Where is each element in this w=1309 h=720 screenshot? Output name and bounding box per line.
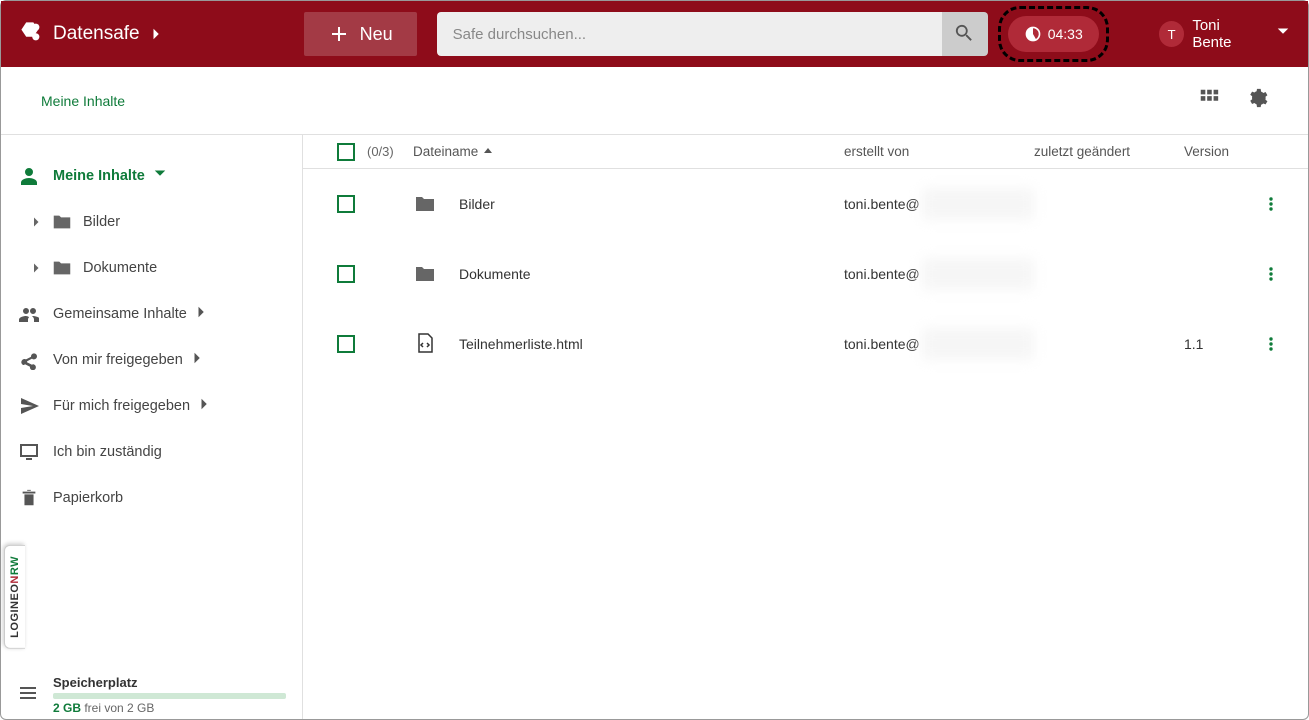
sidebar-item-label: Ich bin zuständig <box>53 444 162 460</box>
folder-icon <box>51 257 73 279</box>
sidebar-item-trash[interactable]: Papierkorb <box>1 475 302 521</box>
person-icon <box>19 166 39 186</box>
app-logo-icon <box>19 20 43 49</box>
created-by: toni.bente@ <box>844 196 920 212</box>
folder-icon <box>51 211 73 233</box>
share-icon <box>19 350 39 370</box>
sidebar-item-label: Papierkorb <box>53 490 123 506</box>
new-button-label: Neu <box>360 24 393 45</box>
app-title: Datensafe <box>53 23 140 45</box>
row-checkbox[interactable] <box>337 335 355 353</box>
sidebar-item-label: Von mir freigegeben <box>53 352 183 368</box>
chevron-right-icon <box>191 351 205 369</box>
storage-bar <box>53 693 286 699</box>
timer-icon <box>1024 25 1042 43</box>
storage-info: Speicherplatz 2 GB frei von 2 GB <box>17 675 286 715</box>
storage-title: Speicherplatz <box>53 675 286 690</box>
file-row[interactable]: Teilnehmerliste.html toni.bente@ 1.1 <box>303 309 1308 379</box>
sidebar-item-label: Gemeinsame Inhalte <box>53 306 187 322</box>
sidebar-item-my-content[interactable]: Meine Inhalte <box>1 153 302 199</box>
redacted-block <box>922 258 1034 290</box>
sidebar-item-shared-with-me[interactable]: Für mich freigegeben <box>1 383 302 429</box>
tree-item-label: Bilder <box>83 214 120 230</box>
title-chevron-icon[interactable] <box>150 27 164 41</box>
tree-item-bilder[interactable]: Bilder <box>1 199 302 245</box>
breadcrumb-row: Meine Inhalte <box>1 67 1308 135</box>
sort-asc-icon <box>478 144 494 159</box>
row-more-button[interactable] <box>1256 265 1286 283</box>
file-name: Teilnehmerliste.html <box>459 336 583 352</box>
col-header-version[interactable]: Version <box>1184 144 1256 159</box>
col-header-name[interactable]: Dateiname <box>413 144 844 159</box>
sidebar: Meine Inhalte Bilder Dokumente Gemeinsam… <box>1 135 303 719</box>
grid-view-icon[interactable] <box>1198 87 1220 114</box>
file-row[interactable]: Bilder toni.bente@ <box>303 169 1308 239</box>
search-wrap <box>437 12 988 56</box>
sidebar-item-responsible[interactable]: Ich bin zuständig <box>1 429 302 475</box>
send-icon <box>19 396 39 416</box>
created-by: toni.bente@ <box>844 266 920 282</box>
tree-item-dokumente[interactable]: Dokumente <box>1 245 302 291</box>
user-name: Toni Bente <box>1192 17 1262 51</box>
chevron-down-icon <box>153 167 167 185</box>
row-more-button[interactable] <box>1256 195 1286 213</box>
chevron-right-icon <box>195 305 209 323</box>
user-menu[interactable]: T Toni Bente <box>1159 17 1290 51</box>
file-name: Bilder <box>459 196 495 212</box>
chevron-down-icon <box>1262 25 1290 44</box>
breadcrumb[interactable]: Meine Inhalte <box>41 93 125 109</box>
file-row[interactable]: Dokumente toni.bente@ <box>303 239 1308 309</box>
folder-icon <box>413 192 459 216</box>
session-timer[interactable]: 04:33 <box>1008 16 1099 52</box>
people-icon <box>19 304 39 324</box>
created-by: toni.bente@ <box>844 336 920 352</box>
col-header-created[interactable]: erstellt von <box>844 144 1034 159</box>
avatar: T <box>1159 21 1185 47</box>
new-button[interactable]: Neu <box>304 12 417 56</box>
hamburger-icon[interactable] <box>17 682 53 709</box>
redacted-block <box>922 188 1034 220</box>
row-checkbox[interactable] <box>337 265 355 283</box>
row-more-button[interactable] <box>1256 335 1286 353</box>
gear-icon[interactable] <box>1246 87 1268 114</box>
trash-icon <box>19 488 39 508</box>
col-header-modified[interactable]: zuletzt geändert <box>1034 144 1184 159</box>
search-input[interactable] <box>437 12 942 56</box>
chevron-right-icon <box>31 216 43 228</box>
file-list: (0/3) Dateiname erstellt von zuletzt geä… <box>303 135 1308 719</box>
chevron-right-icon <box>198 397 212 415</box>
sidebar-item-label: Für mich freigegeben <box>53 398 190 414</box>
search-button[interactable] <box>942 12 988 56</box>
sidebar-item-shared-by-me[interactable]: Von mir freigegeben <box>1 337 302 383</box>
file-name: Dokumente <box>459 266 531 282</box>
tree-item-label: Dokumente <box>83 260 157 276</box>
redacted-block <box>922 328 1034 360</box>
monitor-icon <box>19 442 39 462</box>
folder-icon <box>413 262 459 286</box>
sidebar-item-label: Meine Inhalte <box>53 168 145 184</box>
sidebar-item-shared-content[interactable]: Gemeinsame Inhalte <box>1 291 302 337</box>
topbar: Datensafe Neu 04:33 T Toni Bente <box>1 1 1308 67</box>
selection-count: (0/3) <box>367 144 413 159</box>
row-checkbox[interactable] <box>337 195 355 213</box>
logineo-tab[interactable]: LOGINEONRW <box>4 545 25 649</box>
version: 1.1 <box>1184 336 1256 352</box>
storage-text: 2 GB frei von 2 GB <box>53 701 286 715</box>
list-header: (0/3) Dateiname erstellt von zuletzt geä… <box>303 135 1308 169</box>
chevron-right-icon <box>31 262 43 274</box>
file-code-icon <box>413 332 459 356</box>
timer-value: 04:33 <box>1048 26 1083 42</box>
select-all-checkbox[interactable] <box>337 143 355 161</box>
